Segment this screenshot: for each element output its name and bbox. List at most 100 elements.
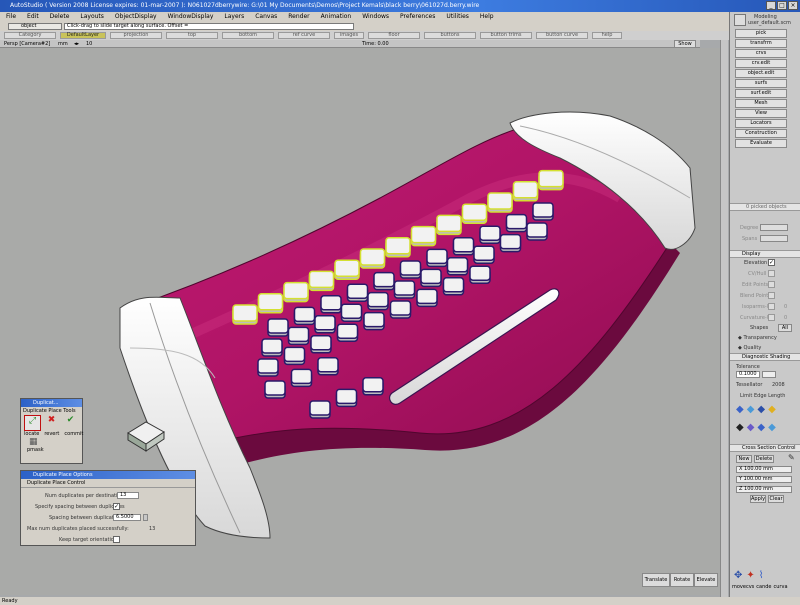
movecvs-icon[interactable]: ✥ (734, 570, 742, 581)
shelf-tab-images[interactable]: images (334, 32, 364, 39)
palette-object-edit[interactable]: object.edit (735, 69, 787, 78)
diag-shading-section[interactable]: Diagnostic Shading (730, 353, 800, 361)
shelf-tab-buttons[interactable]: buttons (424, 32, 476, 39)
apply-button[interactable]: Apply (750, 495, 766, 503)
shade-icon-1[interactable]: ◆ (736, 404, 744, 415)
menu-objectdisplay[interactable]: ObjectDisplay (115, 12, 157, 22)
palette-evaluate[interactable]: Evaluate (735, 139, 787, 148)
palette-surfs[interactable]: surfs (735, 79, 787, 88)
z-field[interactable]: Z 100.00 mm (736, 486, 792, 493)
cande-icon[interactable]: ✦ (746, 570, 754, 581)
revert-icon[interactable]: ✖ (43, 415, 60, 431)
key[interactable] (267, 318, 289, 337)
key[interactable] (336, 323, 359, 342)
cross-section-section[interactable]: Cross Section Control (730, 444, 800, 452)
delete-button[interactable]: Delete (754, 455, 774, 463)
key[interactable] (310, 335, 332, 354)
key[interactable] (257, 358, 279, 377)
function-key[interactable] (512, 181, 539, 202)
key[interactable] (373, 271, 395, 291)
key[interactable] (362, 377, 384, 396)
layer-default[interactable]: DefaultLayer (60, 32, 106, 39)
palette-locators[interactable]: Locators (735, 119, 787, 128)
dup-options-header[interactable]: Duplicate Place Options (21, 471, 195, 479)
viewport-scrollbar[interactable] (720, 40, 728, 600)
maximize-icon[interactable]: □ (777, 1, 787, 10)
key[interactable] (283, 346, 306, 366)
key[interactable] (526, 222, 548, 241)
shelf-tab-projection[interactable]: projection (110, 32, 162, 39)
spacing-slider[interactable] (143, 514, 148, 521)
key[interactable] (426, 248, 448, 268)
palette-crv-edit[interactable]: crv.edit (735, 59, 787, 68)
key[interactable] (416, 288, 438, 308)
key[interactable] (320, 295, 342, 314)
menu-layers[interactable]: Layers (224, 12, 244, 22)
key[interactable] (317, 357, 339, 376)
shade-icon-3[interactable]: ◆ (757, 404, 765, 415)
transparency-label[interactable]: ◆ Transparency (738, 335, 777, 341)
menu-canvas[interactable]: Canvas (255, 12, 277, 22)
menu-render[interactable]: Render (288, 12, 309, 22)
curva-icon[interactable]: ⌇ (759, 570, 764, 581)
degree-field[interactable] (760, 224, 788, 231)
key[interactable] (499, 233, 522, 253)
palette-view[interactable]: View (735, 109, 787, 118)
key[interactable] (367, 291, 389, 311)
key[interactable] (261, 338, 283, 357)
commit-icon[interactable]: ✔ (62, 415, 79, 431)
key[interactable] (346, 283, 369, 302)
menu-utilities[interactable]: Utilities (446, 12, 469, 22)
y-field[interactable]: Y 100.00 mm (736, 476, 792, 483)
camera-label[interactable]: Persp [Camera#2] (4, 40, 50, 48)
menu-help[interactable]: Help (480, 12, 494, 22)
new-button[interactable]: New (736, 455, 752, 463)
palette-pick[interactable]: pick (735, 29, 787, 38)
palette-mesh[interactable]: Mesh (735, 99, 787, 108)
shade-icon-6[interactable]: ◆ (747, 422, 755, 433)
shade-icon-8[interactable]: ◆ (768, 422, 776, 433)
menu-layouts[interactable]: Layouts (80, 12, 104, 22)
translate-button[interactable]: Translate (642, 573, 670, 587)
menu-animation[interactable]: Animation (321, 12, 352, 22)
rotate-button[interactable]: Rotate (670, 573, 694, 587)
menu-windows[interactable]: Windows (362, 12, 389, 22)
function-key[interactable] (461, 203, 488, 224)
key[interactable] (399, 260, 422, 279)
key[interactable] (290, 368, 313, 388)
close-icon[interactable]: × (788, 1, 798, 10)
menu-edit[interactable]: Edit (27, 12, 39, 22)
elevation-checkbox[interactable]: ✓ (768, 259, 775, 266)
key[interactable] (505, 213, 528, 233)
shelf-tab-bottom[interactable]: bottom (222, 32, 274, 39)
function-key[interactable] (232, 304, 258, 325)
function-key[interactable] (436, 214, 462, 236)
user-icon[interactable] (734, 14, 746, 26)
palette-construction[interactable]: Construction (735, 129, 787, 138)
shelf-tab-ref-curve[interactable]: ref curve (278, 32, 330, 39)
menu-windowdisplay[interactable]: WindowDisplay (168, 12, 214, 22)
key[interactable] (314, 315, 336, 334)
num-dup-field[interactable]: 13 (117, 492, 139, 499)
key[interactable] (309, 400, 331, 419)
elevate-button[interactable]: Elevate (694, 573, 718, 587)
pencil-icon[interactable]: ✎ (788, 453, 795, 462)
blend-points-checkbox[interactable] (768, 292, 775, 299)
shade-icon-2[interactable]: ◆ (747, 404, 755, 415)
spans-field[interactable] (760, 235, 788, 242)
curvature-checkbox[interactable] (768, 314, 775, 321)
cvhull-checkbox[interactable] (768, 270, 775, 277)
key[interactable] (420, 268, 442, 288)
function-key[interactable] (334, 259, 360, 280)
key[interactable] (287, 326, 310, 346)
function-key[interactable] (359, 248, 386, 269)
perspective-viewport[interactable]: Duplicat... Duplicate Place Tools ⤢ ✖ ✔ … (0, 48, 720, 595)
key[interactable] (340, 303, 363, 322)
shade-icon-4[interactable]: ◆ (768, 404, 776, 415)
function-key[interactable] (283, 281, 309, 303)
minimize-icon[interactable]: _ (766, 1, 776, 10)
menu-preferences[interactable]: Preferences (400, 12, 435, 22)
function-key[interactable] (257, 293, 284, 314)
quality-label[interactable]: ◆ Quality (738, 345, 761, 351)
display-section[interactable]: Display (730, 250, 800, 258)
